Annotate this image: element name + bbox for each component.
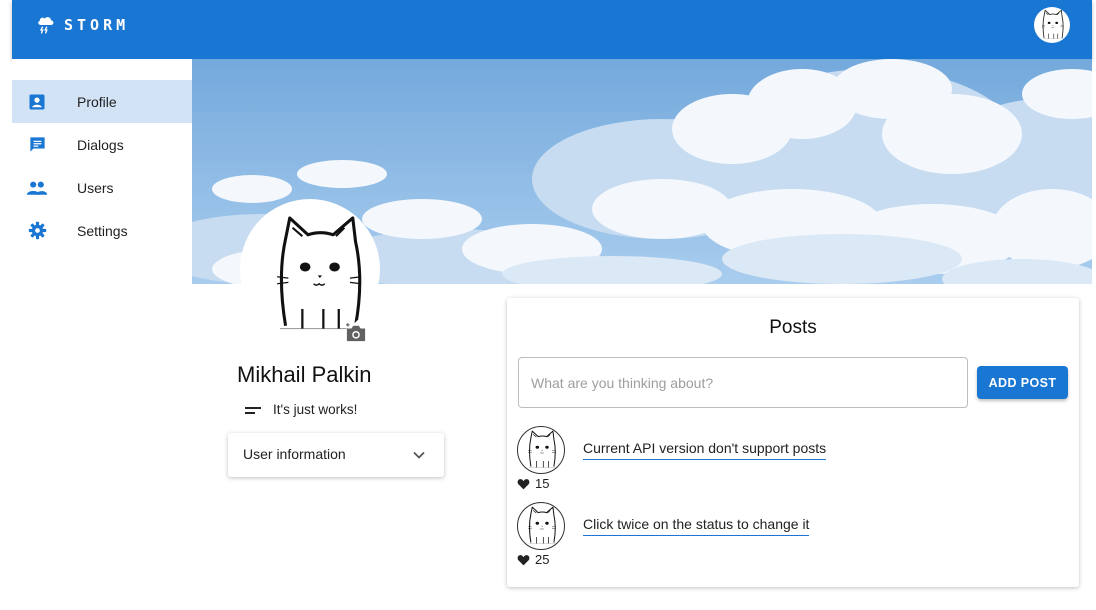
sidebar-item-label: Users — [77, 179, 114, 196]
posts-card: Posts ADD POST Current API version don't… — [507, 298, 1079, 587]
sidebar-item-label: Profile — [77, 93, 117, 110]
status-text: It's just works! — [273, 402, 358, 417]
sidebar-item-dialogs[interactable]: Dialogs — [12, 123, 192, 166]
message-icon — [26, 134, 48, 156]
posts-title: Posts — [769, 317, 817, 338]
sidebar-item-settings[interactable]: Settings — [12, 209, 192, 252]
cat-avatar-icon — [1034, 7, 1070, 43]
short-text-icon — [245, 406, 261, 414]
like-count: 25 — [535, 552, 550, 567]
post-author-avatar[interactable] — [517, 502, 565, 550]
post-like-button[interactable]: 15 — [517, 476, 549, 491]
cat-avatar-icon — [518, 503, 564, 549]
profile-name: Mikhail Palkin — [237, 362, 372, 387]
brand-logo[interactable]: STORM — [36, 14, 129, 36]
sidebar-item-label: Settings — [77, 222, 128, 239]
app-bar: STORM — [12, 0, 1092, 59]
sidebar-item-users[interactable]: Users — [12, 166, 192, 209]
cat-avatar-icon — [240, 199, 380, 339]
add-post-button[interactable]: ADD POST — [977, 366, 1068, 399]
account-avatar[interactable] — [1034, 7, 1070, 43]
cat-avatar-icon — [518, 427, 564, 473]
post-author-avatar[interactable] — [517, 426, 565, 474]
post-item: Current API version don't support posts … — [517, 426, 1057, 496]
sidebar-item-label: Dialogs — [77, 136, 124, 153]
gear-icon — [26, 220, 48, 242]
post-text: Click twice on the status to change it — [583, 516, 810, 536]
user-information-expander[interactable]: User information — [228, 433, 444, 477]
account-box-icon — [26, 91, 48, 113]
post-text: Current API version don't support posts — [583, 440, 827, 460]
brand-name: STORM — [64, 16, 130, 34]
post-like-button[interactable]: 25 — [517, 552, 549, 567]
sidebar-item-profile[interactable]: Profile — [12, 80, 192, 123]
camera-icon[interactable] — [345, 323, 367, 343]
heart-icon — [517, 554, 530, 565]
user-information-label: User information — [243, 446, 346, 462]
profile-status[interactable]: It's just works! — [244, 402, 357, 417]
heart-icon — [517, 478, 530, 489]
post-item: Click twice on the status to change it 2… — [517, 502, 1057, 572]
like-count: 15 — [535, 476, 550, 491]
sidebar: Profile Dialogs Users Settings — [12, 59, 192, 610]
storm-cloud-icon — [38, 17, 54, 34]
chevron-down-icon — [413, 451, 425, 459]
profile-avatar[interactable] — [240, 199, 380, 339]
new-post-input[interactable] — [518, 357, 968, 408]
people-icon — [26, 177, 48, 199]
